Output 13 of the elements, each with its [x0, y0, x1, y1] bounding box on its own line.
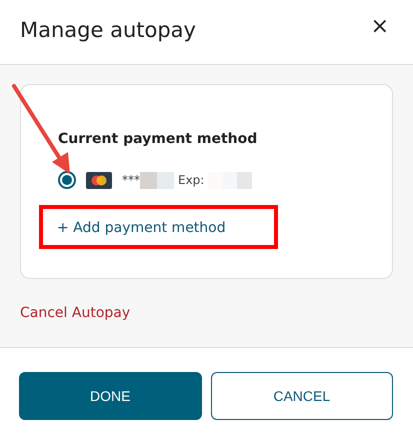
done-button[interactable]: DONE [19, 372, 202, 420]
radio-button[interactable] [58, 171, 76, 189]
redaction-mark [208, 172, 252, 188]
section-heading: Current payment method [58, 130, 258, 149]
redaction-mark [140, 172, 174, 188]
masked-card-number: *** [122, 172, 140, 189]
close-button[interactable]: × [366, 16, 393, 38]
dialog-title: Manage autopay [20, 18, 196, 44]
cancel-button[interactable]: CANCEL [210, 372, 393, 420]
add-payment-link[interactable]: + Add payment method [57, 220, 226, 236]
card-brand-icon [86, 172, 112, 188]
cancel-autopay-link[interactable]: Cancel Autopay [20, 303, 130, 324]
expiry-label: Exp: [178, 172, 204, 189]
